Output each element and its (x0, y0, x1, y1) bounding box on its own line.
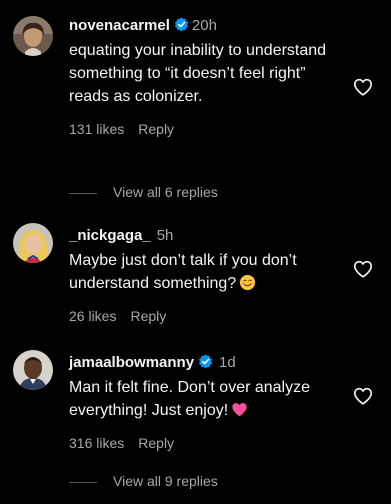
comment-timestamp: 20h (191, 17, 217, 34)
avatar[interactable] (13, 350, 53, 390)
comment-text: Maybe just don’t talk if you don’t under… (69, 252, 297, 292)
view-replies-button[interactable]: View all 6 replies (69, 182, 218, 202)
comment-text-wrapper: Maybe just don’t talk if you don’t under… (69, 249, 349, 295)
comment-username[interactable]: _nickgaga_ (69, 227, 151, 244)
verified-badge-icon (174, 17, 188, 32)
comment-text: equating your inability to understand so… (69, 42, 327, 105)
reply-button[interactable]: Reply (138, 121, 174, 137)
likes-count[interactable]: 26 likes (69, 308, 116, 324)
likes-count[interactable]: 131 likes (69, 121, 124, 137)
reply-button[interactable]: Reply (138, 435, 174, 451)
likes-count[interactable]: 316 likes (69, 435, 124, 451)
comment-text: Man it felt fine. Don’t over analyze eve… (69, 379, 311, 419)
avatar[interactable] (13, 16, 53, 56)
divider-line (69, 481, 97, 483)
heart-outline-icon[interactable] (352, 76, 374, 98)
comment-timestamp: 1d (219, 354, 236, 371)
pink-heart-emoji (232, 403, 247, 417)
comment-timestamp: 5h (156, 227, 174, 244)
comment-text-wrapper: Man it felt fine. Don’t over analyze eve… (69, 376, 349, 422)
comment-username[interactable]: novenacarmel (69, 17, 170, 34)
avatar[interactable] (13, 223, 53, 263)
heart-outline-icon[interactable] (352, 258, 374, 280)
view-replies-label: View all 6 replies (113, 184, 218, 200)
view-replies-label: View all 9 replies (113, 473, 218, 489)
heart-outline-icon[interactable] (352, 385, 374, 407)
view-replies-button[interactable]: View all 9 replies (69, 471, 218, 491)
verified-badge-icon (198, 354, 213, 369)
comment-username[interactable]: jamaalbowmanny (69, 354, 194, 371)
reply-button[interactable]: Reply (130, 308, 166, 324)
divider-line (69, 192, 97, 194)
smiling-face-emoji (240, 274, 256, 291)
